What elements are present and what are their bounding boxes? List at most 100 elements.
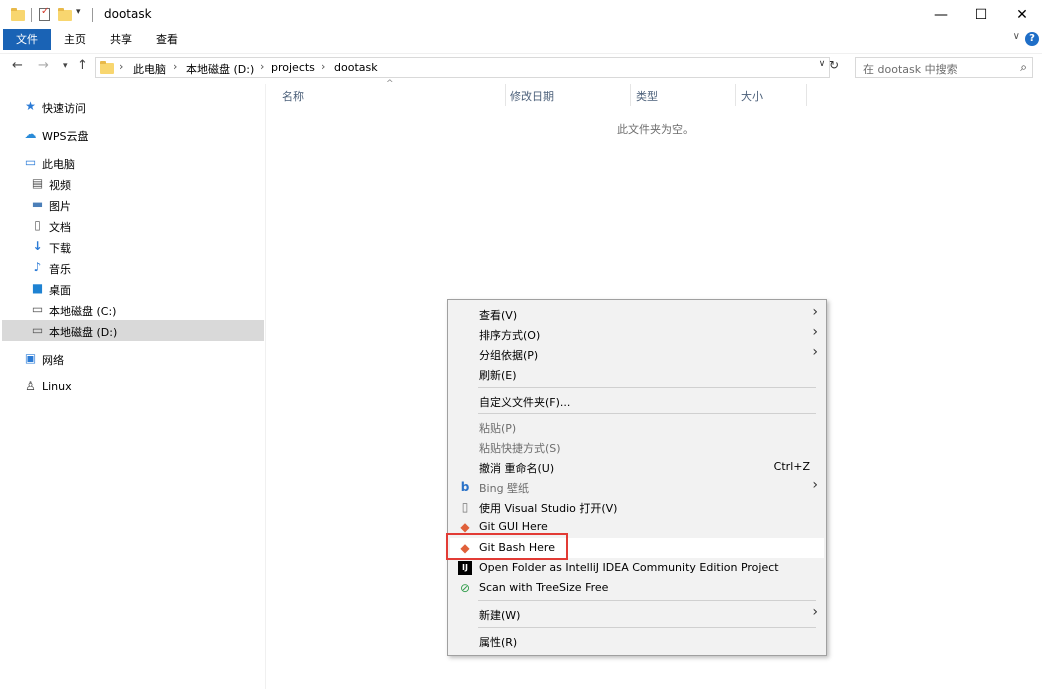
context-menu: 查看(V) › 排序方式(O) › 分组依据(P) › 刷新(E) 自定义文件夹… [447,299,827,656]
menu-item-refresh[interactable]: 刷新(E) [450,364,824,384]
menu-item-new[interactable]: 新建(W) › [450,604,824,624]
column-divider[interactable] [735,84,736,106]
navigation-pane: ★ 快速访问 ☁ WPS云盘 ▭ 此电脑 ▤ 视频 ▬ 图片 ▯ 文档 ↓ 下载… [0,84,266,689]
menu-item-bing-wallpaper[interactable]: b Bing 壁纸 › [450,477,824,497]
menu-item-sort-by[interactable]: 排序方式(O) › [450,324,824,344]
recent-locations-icon[interactable]: ▾ [63,61,68,71]
picture-icon: ▬ [31,197,44,211]
menu-item-properties[interactable]: 属性(R) [450,631,824,651]
menu-item-label: 排序方式(O) [479,329,541,342]
quick-access-dropdown-icon[interactable]: ▾ [76,7,81,17]
menu-item-label: 使用 Visual Studio 打开(V) [479,502,618,515]
refresh-icon[interactable]: ↻ [829,58,839,72]
column-divider[interactable] [806,84,807,106]
highlight-box [446,533,568,560]
breadcrumb-separator[interactable]: › [119,60,123,73]
menu-item-paste-shortcut[interactable]: 粘贴快捷方式(S) [450,437,824,457]
bing-icon: b [460,480,470,494]
close-button[interactable]: ✕ [999,0,1042,30]
column-divider[interactable] [505,84,506,106]
navigation-bar: ← → ▾ ↑ › 此电脑 › 本地磁盘 (D:) › projects › d… [0,53,1042,79]
submenu-arrow-icon: › [812,304,818,320]
sidebar-item-linux[interactable]: ♙ Linux [2,376,264,397]
properties-icon[interactable] [39,6,50,21]
maximize-button[interactable]: ☐ [958,0,1004,30]
sidebar-item-pictures[interactable]: ▬ 图片 [2,194,264,215]
help-icon[interactable]: ? [1025,32,1039,46]
tab-file[interactable]: 文件 [3,29,51,50]
sidebar-item-videos[interactable]: ▤ 视频 [2,173,264,194]
menu-item-treesize[interactable]: ⊘ Scan with TreeSize Free [450,578,824,598]
menu-item-open-intellij[interactable]: IJ Open Folder as IntelliJ IDEA Communit… [450,558,824,578]
menu-item-customize-folder[interactable]: 自定义文件夹(F)... [450,391,824,411]
menu-item-view[interactable]: 查看(V) › [450,304,824,324]
menu-item-label: 粘贴快捷方式(S) [479,442,561,455]
address-bar[interactable]: › 此电脑 › 本地磁盘 (D:) › projects › dootask ∨ [95,57,830,78]
tab-share[interactable]: 共享 [100,29,142,50]
sidebar-item-drive-d[interactable]: ▭ 本地磁盘 (D:) [2,320,264,341]
tab-view[interactable]: 查看 [146,29,188,50]
sidebar-item-drive-c[interactable]: ▭ 本地磁盘 (C:) [2,299,264,320]
sidebar-item-label: 下载 [49,242,71,255]
sidebar-item-label: 本地磁盘 (D:) [49,326,118,339]
submenu-arrow-icon: › [812,344,818,360]
chevron-down-icon[interactable]: ∨ [1013,31,1020,42]
menu-item-label: Open Folder as IntelliJ IDEA Community E… [479,561,779,574]
sidebar-item-this-pc[interactable]: ▭ 此电脑 [2,152,264,173]
drive-c-icon: ▭ [31,302,44,316]
title-bar: ▾ dootask — ☐ ✕ [0,0,1042,30]
menu-item-label: 新建(W) [479,609,521,622]
breadcrumb-separator[interactable]: › [173,60,177,73]
window-title: dootask [104,7,152,21]
sidebar-item-label: 音乐 [49,263,71,276]
sidebar-item-documents[interactable]: ▯ 文档 [2,215,264,236]
sidebar-item-music[interactable]: ♪ 音乐 [2,257,264,278]
new-folder-icon[interactable] [58,8,72,21]
sidebar-item-desktop[interactable]: ■ 桌面 [2,278,264,299]
menu-separator [478,627,816,628]
menu-item-label: Scan with TreeSize Free [479,581,609,594]
sidebar-item-quick-access[interactable]: ★ 快速访问 [2,96,264,117]
address-dropdown-icon[interactable]: ∨ [815,59,829,69]
search-icon[interactable]: ⌕ [1020,60,1027,75]
back-arrow-icon[interactable]: ← [12,58,23,73]
sidebar-item-downloads[interactable]: ↓ 下载 [2,236,264,257]
menu-separator [478,600,816,601]
ribbon-tabs: 文件 主页 共享 查看 ∨ ? [0,28,1042,50]
sidebar-item-label: WPS云盘 [42,130,89,143]
intellij-icon: IJ [458,561,472,575]
breadcrumb-this-pc[interactable]: 此电脑 [133,61,166,77]
menu-item-label: 分组依据(P) [479,349,539,362]
breadcrumb-separator[interactable]: › [260,60,264,73]
file-icon: ▯ [461,500,469,514]
sidebar-item-network[interactable]: ▣ 网络 [2,348,264,369]
tab-home[interactable]: 主页 [54,29,96,50]
menu-item-group-by[interactable]: 分组依据(P) › [450,344,824,364]
breadcrumb-dootask[interactable]: dootask [334,61,378,74]
menu-item-paste[interactable]: 粘贴(P) [450,417,824,437]
desktop-icon: ■ [31,281,44,295]
menu-separator [478,387,816,388]
video-icon: ▤ [31,176,44,190]
menu-item-undo-rename[interactable]: 撤消 重命名(U) Ctrl+Z [450,457,824,477]
breadcrumb-drive-d[interactable]: 本地磁盘 (D:) [186,61,254,77]
column-header-name[interactable]: 名称 [282,88,304,104]
git-icon: ◆ [460,520,470,534]
sidebar-item-label: 快速访问 [42,102,86,115]
column-divider[interactable] [630,84,631,106]
sidebar-item-wps-cloud[interactable]: ☁ WPS云盘 [2,124,264,145]
column-header-size[interactable]: 大小 [741,88,763,104]
treesize-icon: ⊘ [459,581,471,595]
breadcrumb-separator[interactable]: › [321,60,325,73]
menu-item-open-visual-studio[interactable]: ▯ 使用 Visual Studio 打开(V) [450,497,824,517]
search-input[interactable]: 在 dootask 中搜索 ⌕ [855,57,1033,78]
menu-separator [478,413,816,414]
up-arrow-icon[interactable]: ↑ [77,58,88,73]
column-header-type[interactable]: 类型 [636,88,658,104]
empty-folder-message: 此文件夹为空。 [617,123,694,136]
sort-ascending-icon: ^ [386,79,394,89]
breadcrumb-projects[interactable]: projects [271,61,315,74]
forward-arrow-icon[interactable]: → [38,58,49,73]
toolbar-divider [92,8,93,22]
column-header-date-modified[interactable]: 修改日期 [510,88,554,104]
